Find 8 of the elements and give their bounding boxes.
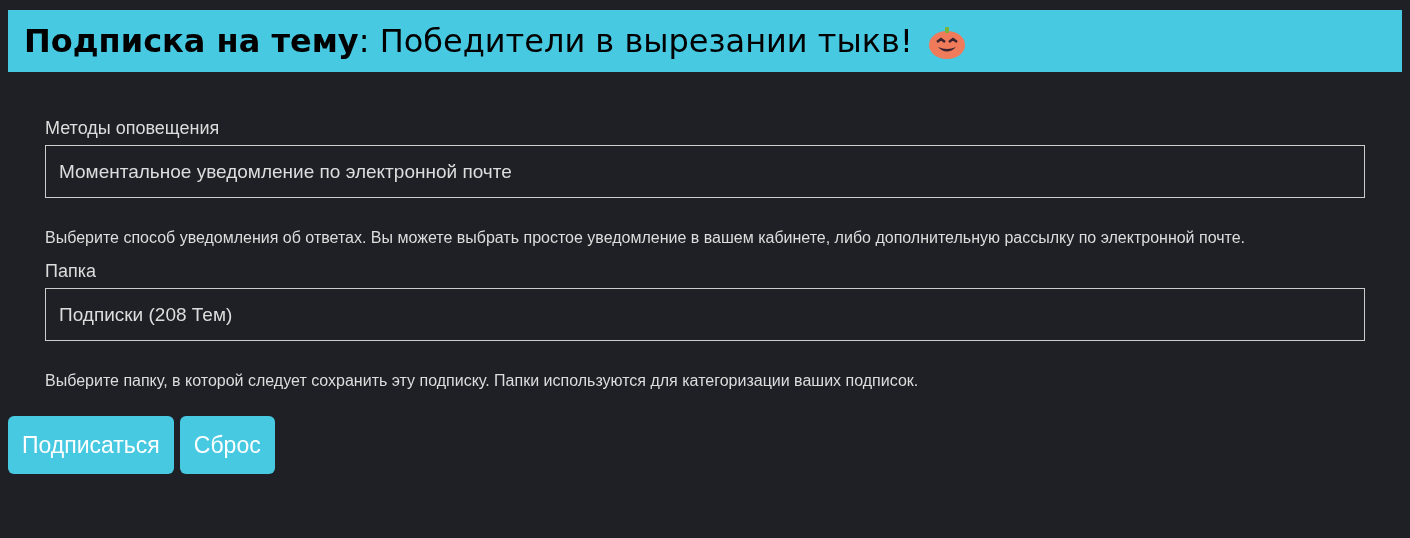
select-field[interactable]: Подписки (208 Тем) xyxy=(45,288,1365,341)
select-field[interactable]: Моментальное уведомление по электронной почте xyxy=(45,145,1365,198)
help-text: Выберите папку, в которой следует сохранить эту подписку. Папки используются для категоризации ваших подписок. xyxy=(45,371,920,391)
field-label: Папка xyxy=(45,261,97,282)
page-title: Подписка на тему: Победители в вырезании тыкв! xyxy=(24,22,913,60)
pumpkin-icon xyxy=(926,24,967,60)
help-text: Выберите способ уведомления об ответах. Вы можете выбрать простое уведомление в вашем кабинете, либо дополнительную рассылку по электронной почте. xyxy=(45,228,1247,248)
field-label: Методы оповещения xyxy=(45,118,221,139)
